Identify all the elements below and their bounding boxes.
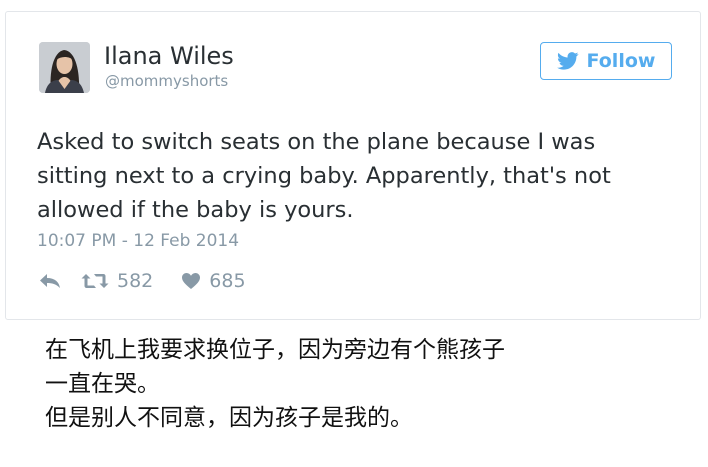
retweet-icon xyxy=(81,274,109,288)
caption-line: 一直在哭。 xyxy=(45,371,160,397)
tweet-text-line: allowed if the baby is yours. xyxy=(37,197,354,223)
reply-button[interactable] xyxy=(39,273,61,289)
tweet-card: Ilana Wiles @mommyshorts Follow Asked to… xyxy=(5,11,701,320)
author-name[interactable]: Ilana Wiles xyxy=(104,42,234,70)
tweet-actions: 582 685 xyxy=(39,268,246,294)
profile-photo xyxy=(39,42,90,93)
author-handle[interactable]: @mommyshorts xyxy=(105,72,228,90)
avatar[interactable] xyxy=(39,42,90,93)
reply-icon xyxy=(40,274,60,288)
like-button[interactable]: 685 xyxy=(181,270,246,292)
tweet-text-line: Asked to switch seats on the plane becau… xyxy=(37,129,596,155)
tweet-text-line: sitting next to a crying baby. Apparentl… xyxy=(37,163,611,189)
chinese-caption: 在飞机上我要求换位子，因为旁边有个熊孩子 一直在哭。 但是别人不同意，因为孩子是… xyxy=(45,333,505,435)
tweet-text: Asked to switch seats on the plane becau… xyxy=(37,125,687,227)
retweet-count: 582 xyxy=(117,270,154,292)
tweet-timestamp[interactable]: 10:07 PM - 12 Feb 2014 xyxy=(37,230,239,252)
twitter-bird-icon xyxy=(556,52,579,70)
follow-button[interactable]: Follow xyxy=(540,42,672,80)
like-count: 685 xyxy=(209,270,246,292)
heart-icon xyxy=(182,273,201,289)
follow-label: Follow xyxy=(586,50,656,72)
retweet-button[interactable]: 582 xyxy=(81,270,153,292)
caption-line: 但是别人不同意，因为孩子是我的。 xyxy=(45,405,413,431)
caption-line: 在飞机上我要求换位子，因为旁边有个熊孩子 xyxy=(45,337,505,363)
